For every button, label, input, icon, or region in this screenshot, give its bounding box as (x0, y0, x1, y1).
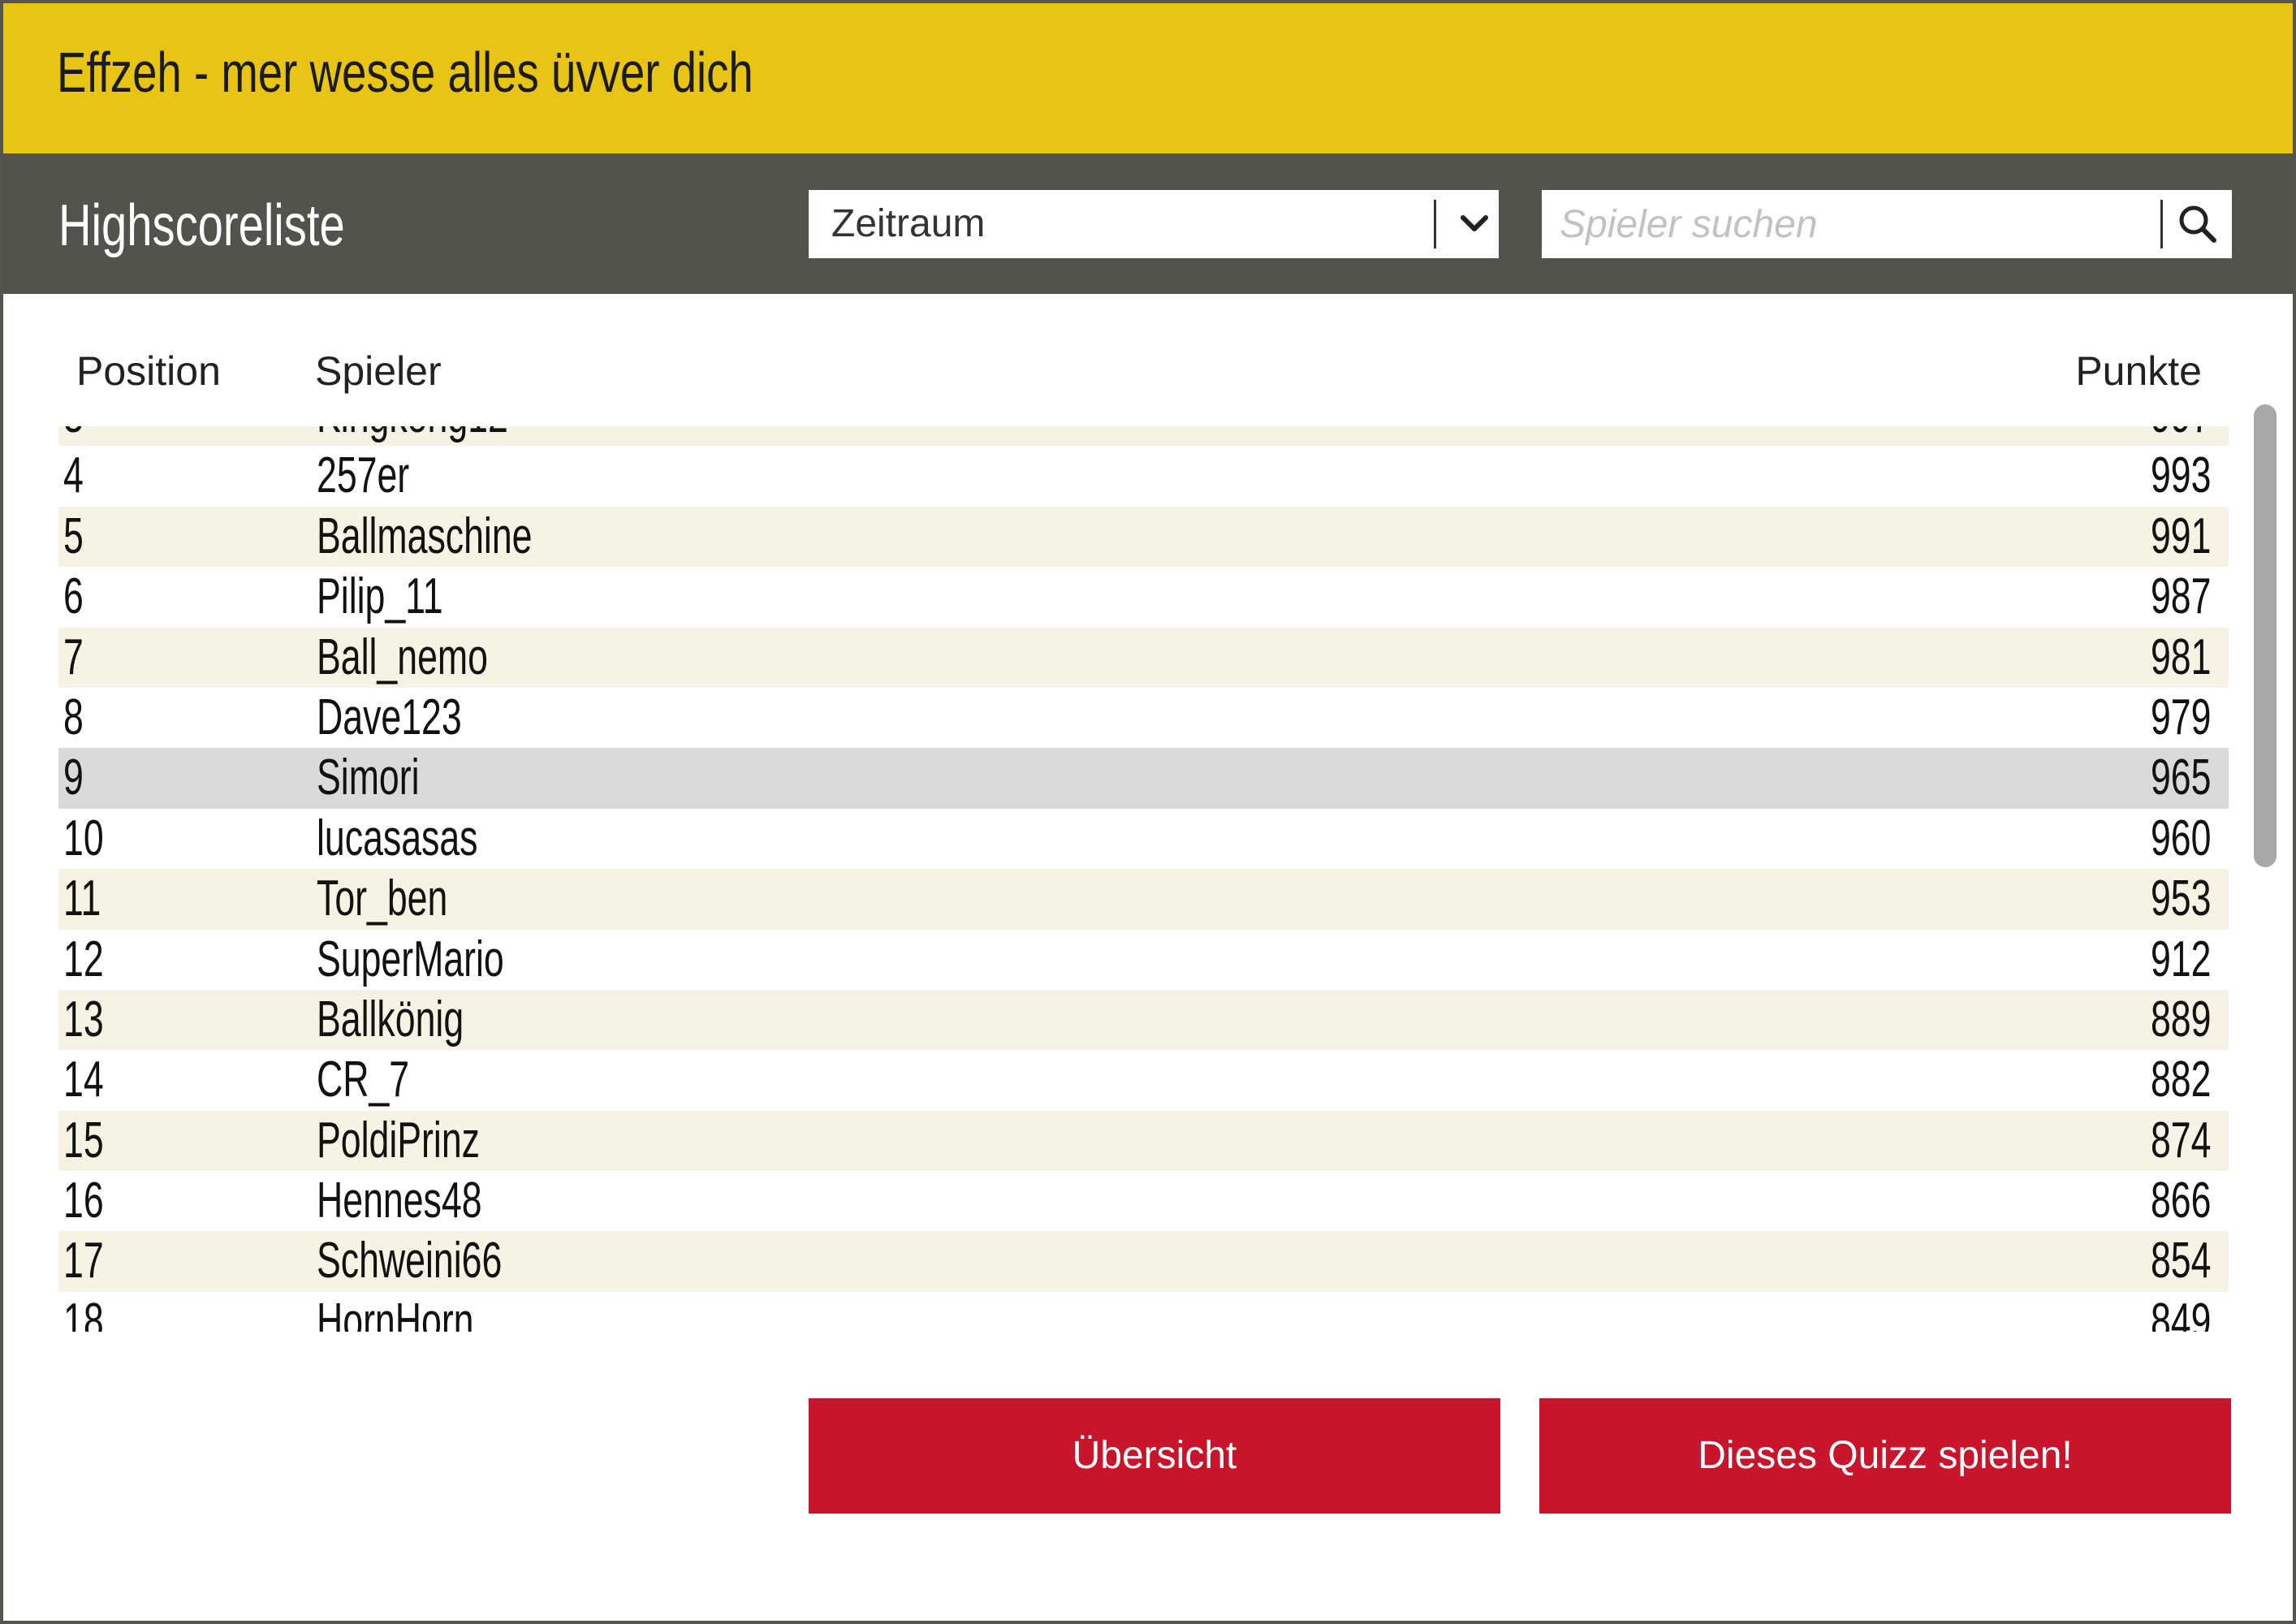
row-player-name: Dave123 (317, 689, 462, 745)
row-points: 953 (2150, 870, 2211, 927)
table-row[interactable]: 7 Ball_nemo 981 (58, 627, 2229, 688)
row-player-name: Kingkong12 (317, 426, 508, 446)
table-row[interactable]: 15 PoldiPrinz 874 (58, 1110, 2229, 1172)
select-divider (1434, 200, 1436, 248)
row-player-name: SuperMario (317, 931, 504, 987)
app-title: Effzeh - mer wesse alles üvver dich (57, 41, 753, 104)
row-position: 7 (63, 628, 84, 685)
row-player-name: 257er (317, 447, 410, 504)
row-points: 874 (2150, 1112, 2211, 1168)
row-position: 10 (63, 810, 104, 866)
row-position: 8 (63, 689, 84, 745)
app-window: Effzeh - mer wesse alles üvver dich High… (0, 0, 2296, 1624)
row-points: 997 (2151, 426, 2211, 446)
table-row[interactable]: 8 Dave123 979 (58, 687, 2229, 749)
row-player-name: Ballmaschine (317, 508, 533, 564)
highscore-list-content: 3Kingkong129974257er9935Ballmaschine9916… (58, 426, 2229, 1332)
chevron-down-icon[interactable] (1448, 198, 1500, 250)
row-player-name: Ball_nemo (317, 628, 488, 685)
table-row[interactable]: 13 Ballkönig 889 (58, 989, 2229, 1051)
table-row[interactable]: 4 257er 993 (58, 446, 2229, 507)
row-position: 11 (63, 870, 101, 927)
search-divider (2160, 200, 2163, 248)
row-player-name: Ballkönig (317, 991, 464, 1047)
row-points: 912 (2150, 931, 2211, 987)
table-row[interactable]: 6 Pilip_11 987 (58, 567, 2229, 628)
table-row[interactable]: 5 Ballmaschine 991 (58, 506, 2229, 568)
row-position: 3 (63, 426, 84, 446)
table-row[interactable]: 17 Schweini66 854 (58, 1231, 2229, 1292)
table-row[interactable]: 9 Simori 965 (58, 748, 2229, 809)
search-box (1542, 190, 2232, 258)
row-player-name: Schweini66 (317, 1233, 503, 1289)
row-position: 5 (63, 508, 84, 564)
row-position: 14 (63, 1052, 104, 1108)
row-position: 18 (63, 1293, 104, 1332)
row-points: 849 (2150, 1293, 2211, 1332)
table-row[interactable]: 12 SuperMario 912 (58, 929, 2229, 990)
row-player-name: CR_7 (317, 1052, 410, 1108)
column-header-points[interactable]: Punkte (2075, 343, 2202, 400)
row-player-name: HornHorn (317, 1293, 474, 1332)
row-points: 979 (2150, 689, 2211, 745)
scrollbar-thumb[interactable] (2254, 404, 2277, 867)
row-position: 4 (63, 447, 84, 504)
highscore-list[interactable]: 3Kingkong129974257er9935Ballmaschine9916… (58, 426, 2229, 1332)
page-title: Highscoreliste (58, 193, 345, 258)
table-row[interactable]: 16 Hennes48 866 (58, 1171, 2229, 1232)
row-player-name: PoldiPrinz (317, 1112, 480, 1168)
row-position: 13 (63, 991, 104, 1047)
row-position: 9 (63, 749, 84, 806)
table-row[interactable]: 3 Kingkong12 997 (58, 426, 2229, 447)
row-position: 6 (63, 568, 84, 625)
scrollbar[interactable] (2254, 404, 2277, 1322)
period-select-value: Zeitraum (831, 202, 986, 245)
row-player-name: Pilip_11 (317, 568, 443, 625)
row-points: 965 (2150, 749, 2211, 806)
search-input[interactable] (1560, 190, 2144, 258)
table-row[interactable]: 18 HornHorn 849 (58, 1291, 2229, 1332)
period-select[interactable]: Zeitraum (809, 190, 1499, 258)
row-points: 854 (2150, 1233, 2211, 1289)
row-position: 16 (63, 1173, 104, 1229)
row-position: 15 (63, 1112, 104, 1168)
play-quiz-button[interactable]: Dieses Quizz spielen! (1539, 1398, 2231, 1514)
table-row[interactable]: 10 lucasasas 960 (58, 808, 2229, 870)
column-header-player[interactable]: Spieler (315, 343, 442, 400)
header-bar: Effzeh - mer wesse alles üvver dich (3, 3, 2293, 153)
row-points: 866 (2150, 1173, 2211, 1229)
row-points: 960 (2150, 810, 2211, 866)
toolbar: Highscoreliste Zeitraum (3, 153, 2293, 294)
row-player-name: Tor_ben (317, 870, 448, 927)
overview-button[interactable]: Übersicht (809, 1398, 1500, 1514)
row-points: 993 (2150, 447, 2211, 504)
table-row[interactable]: 11 Tor_ben 953 (58, 869, 2229, 930)
column-header-position[interactable]: Position (76, 343, 221, 400)
row-points: 882 (2150, 1052, 2211, 1108)
search-icon[interactable] (2173, 200, 2222, 248)
row-points: 889 (2150, 991, 2211, 1047)
row-position: 17 (63, 1233, 104, 1289)
row-points: 991 (2150, 508, 2211, 564)
row-player-name: lucasasas (317, 810, 478, 866)
row-points: 987 (2150, 568, 2211, 625)
row-position: 12 (63, 931, 104, 987)
row-player-name: Simori (317, 749, 420, 806)
row-points: 981 (2150, 628, 2211, 685)
row-player-name: Hennes48 (317, 1173, 482, 1229)
table-row[interactable]: 14 CR_7 882 (58, 1050, 2229, 1111)
